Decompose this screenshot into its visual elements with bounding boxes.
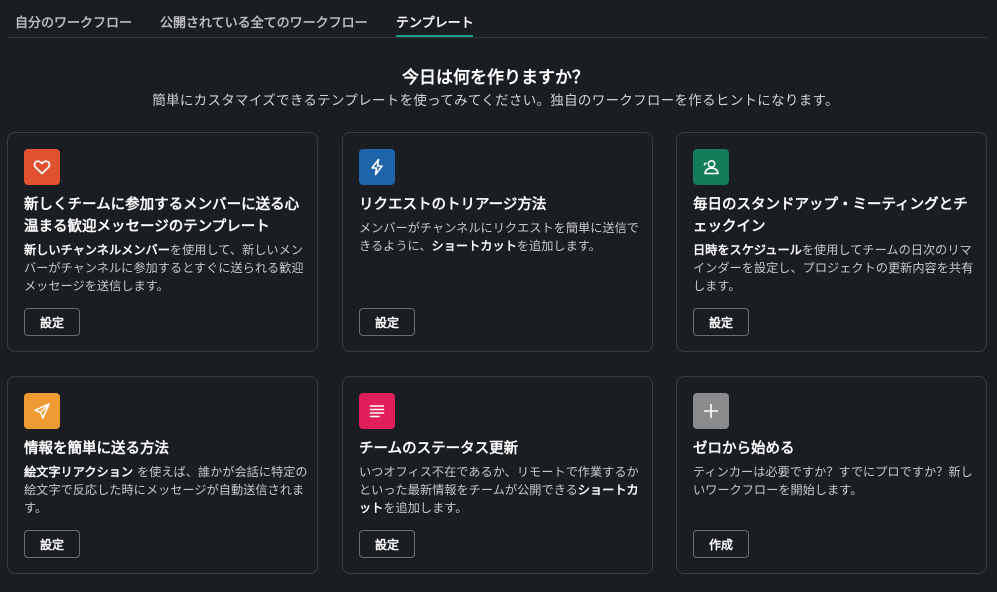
tab-templates[interactable]: テンプレート bbox=[396, 12, 474, 31]
card-description: ティンカーは必要ですか？すでにプロですか？新しいワークフローを開始します。 bbox=[693, 465, 973, 497]
card-title: チームのステータス更新 bbox=[359, 441, 519, 457]
create-button[interactable]: 作成 bbox=[693, 530, 749, 558]
tab-bar: 自分のワークフロー 公開されている全てのワークフロー テンプレート bbox=[7, 0, 987, 38]
tab-published-workflows[interactable]: 公開されている全てのワークフロー bbox=[160, 12, 368, 31]
card-title: 毎日のスタンドアップ・ミーティングとチェックイン bbox=[693, 197, 968, 235]
heart-icon bbox=[24, 149, 60, 185]
tab-my-workflows[interactable]: 自分のワークフロー bbox=[15, 12, 132, 31]
card-title: リクエストのトリアージ方法 bbox=[359, 197, 547, 213]
template-card-standup[interactable]: 毎日のスタンドアップ・ミーティングとチェックイン 日時をスケジュールを使用してチ… bbox=[676, 132, 987, 352]
template-card-status-update[interactable]: チームのステータス更新 いつオフィス不在であるか、リモートで作業するかといった最… bbox=[342, 376, 653, 574]
setup-button[interactable]: 設定 bbox=[693, 308, 749, 336]
setup-button[interactable]: 設定 bbox=[24, 530, 80, 558]
setup-button[interactable]: 設定 bbox=[359, 530, 415, 558]
template-card-from-scratch[interactable]: ゼロから始める ティンカーは必要ですか？すでにプロですか？新しいワークフローを開… bbox=[676, 376, 987, 574]
list-icon bbox=[359, 393, 395, 429]
setup-button[interactable]: 設定 bbox=[24, 308, 80, 336]
card-description: 絵文字リアクション を使えば、誰かが会話に特定の絵文字で反応した時にメッセージが… bbox=[24, 465, 308, 515]
card-description: 日時をスケジュールを使用してチームの日次のリマインダーを設定し、プロジェクトの更… bbox=[693, 243, 974, 293]
template-card-triage[interactable]: リクエストのトリアージ方法 メンバーがチャンネルにリクエストを簡単に送信できるよ… bbox=[342, 132, 653, 352]
person-icon bbox=[693, 149, 729, 185]
paper-plane-icon bbox=[24, 393, 60, 429]
card-title: 新しくチームに参加するメンバーに送る心温まる歓迎メッセージのテンプレート bbox=[24, 197, 300, 235]
card-description: いつオフィス不在であるか、リモートで作業するかといった最新情報をチームが公開でき… bbox=[359, 465, 639, 515]
page-title: 今日は何を作りますか？ bbox=[402, 68, 589, 88]
card-description: 新しいチャンネルメンバーを使用して、新しいメンバーがチャンネルに参加するとすぐに… bbox=[24, 243, 304, 293]
lightning-icon bbox=[359, 149, 395, 185]
card-description: メンバーがチャンネルにリクエストを簡単に送信できるように、ショートカットを追加し… bbox=[359, 221, 639, 253]
template-card-welcome[interactable]: 新しくチームに参加するメンバーに送る心温まる歓迎メッセージのテンプレート 新しい… bbox=[7, 132, 318, 352]
setup-button[interactable]: 設定 bbox=[359, 308, 415, 336]
card-title: 情報を簡単に送る方法 bbox=[24, 441, 169, 457]
card-title: ゼロから始める bbox=[693, 441, 795, 457]
plus-icon bbox=[693, 393, 729, 429]
page-subtitle: 簡単にカスタマイズできるテンプレートを使ってみてください。独自のワークフローを作… bbox=[152, 93, 839, 109]
template-card-emoji-reaction[interactable]: 情報を簡単に送る方法 絵文字リアクション を使えば、誰かが会話に特定の絵文字で反… bbox=[7, 376, 318, 574]
active-tab-indicator bbox=[396, 35, 473, 37]
